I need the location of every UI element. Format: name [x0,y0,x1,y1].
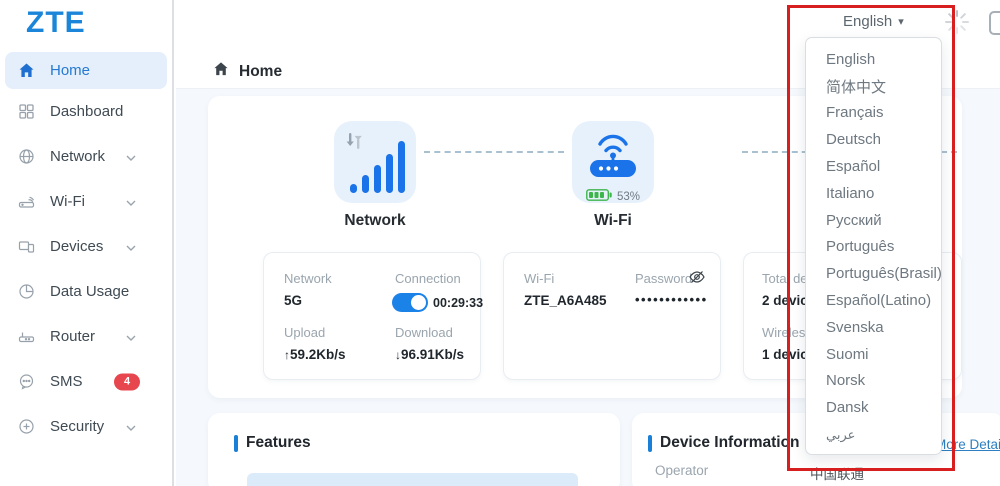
password-label: Password [635,271,692,286]
toggle-knob [411,295,426,310]
sidebar-item-network[interactable]: Network [0,134,172,179]
sidebar-item-label: Wi-Fi [50,193,85,210]
language-option-portuguese[interactable]: Português [806,234,941,261]
zte-logo: ZTE [26,6,86,40]
sidebar: ZTE Home Dashboard Network [0,0,174,486]
language-option-russian[interactable]: Русский [806,207,941,234]
language-option-portuguese-brasil[interactable]: Português(Brasil) [806,260,941,287]
language-selector[interactable]: English ▾ [843,13,904,30]
clipped-edge-icon[interactable] [989,11,1000,35]
chevron-down-icon [126,148,136,166]
sidebar-item-label: Devices [50,238,103,255]
download-label: Download [395,325,453,340]
connector-line [424,151,564,153]
language-option-spanish-latino[interactable]: Español(Latino) [806,287,941,314]
section-accent-bar [234,435,238,452]
language-dropdown-menu: English 简体中文 Français Deutsch Español It… [805,37,942,455]
chevron-down-icon [126,418,136,436]
home-icon [213,61,229,82]
sidebar-item-wifi[interactable]: Wi-Fi [0,179,172,224]
wifi-node-label: Wi-Fi [572,212,654,230]
chevron-down-icon [126,193,136,211]
more-detail-link[interactable]: More Detail [935,437,1000,452]
language-option-german[interactable]: Deutsch [806,126,941,153]
connection-time-value: 00:29:33 [433,296,483,310]
caret-down-icon: ▾ [898,15,904,28]
language-option-swedish[interactable]: Svenska [806,314,941,341]
upload-value: ↑59.2Kb/s [284,347,346,362]
sidebar-item-sms[interactable]: SMS 4 [0,359,172,404]
operator-value: 中国联通 [810,463,864,483]
data-usage-icon [18,283,36,301]
upload-label: Upload [284,325,325,340]
language-option-norwegian[interactable]: Norsk [806,368,941,395]
network-type-value: 5G [284,293,302,308]
features-panel: Features [208,413,620,486]
signal-bars-icon [350,140,405,193]
sidebar-item-label: Dashboard [50,103,123,120]
language-selector-label: English [843,13,892,30]
download-value: ↓96.91Kb/s [395,347,464,362]
globe-icon [18,148,36,166]
sidebar-item-label: Router [50,328,95,345]
security-icon [18,418,36,436]
connection-label: Connection [395,271,461,286]
wifi-router-icon [587,128,639,191]
chevron-down-icon [126,238,136,256]
sidebar-item-router[interactable]: Router [0,314,172,359]
network-info-card: Network Connection 5G 00:29:33 Upload Do… [263,252,481,380]
language-option-french[interactable]: Français [806,100,941,127]
sidebar-item-label: Data Usage [50,283,129,300]
sms-icon [18,373,36,391]
language-option-danish[interactable]: Dansk [806,394,941,421]
ssid-label: Wi-Fi [524,271,554,286]
breadcrumb: Home [213,61,282,82]
home-icon [18,62,36,80]
wifi-router-icon [18,193,36,211]
router-icon [18,328,36,346]
wifi-info-card: Wi-Fi Password ZTE_A6A485 •••••••••••• [503,252,721,380]
sidebar-item-dashboard[interactable]: Dashboard [0,89,172,134]
language-option-english[interactable]: English [806,46,941,73]
features-title: Features [246,434,311,452]
operator-label: Operator [655,463,708,478]
feature-item-row[interactable] [247,473,578,486]
sidebar-item-label: Network [50,148,105,165]
sidebar-item-devices[interactable]: Devices [0,224,172,269]
network-label: Network [284,271,332,286]
wifi-battery-status: 53% [586,188,640,206]
sidebar-item-security[interactable]: Security [0,404,172,449]
section-accent-bar [648,435,652,452]
battery-percent: 53% [617,191,640,203]
language-option-spanish[interactable]: Español [806,153,941,180]
sidebar-menu: Home Dashboard Network Wi-Fi [0,52,172,449]
network-node-label: Network [334,212,416,230]
connection-toggle[interactable] [392,293,428,312]
password-masked-value: •••••••••••• [635,292,708,307]
ssid-value: ZTE_A6A485 [524,293,607,308]
language-option-italian[interactable]: Italiano [806,180,941,207]
language-option-finnish[interactable]: Suomi [806,341,941,368]
sidebar-item-label: Security [50,418,104,435]
sidebar-item-data-usage[interactable]: Data Usage [0,269,172,314]
sidebar-item-label: SMS [50,373,83,390]
page-title: Home [239,63,282,81]
password-visibility-toggle[interactable] [688,268,706,291]
language-option-simplified-chinese[interactable]: 简体中文 [806,73,941,100]
battery-icon [586,188,612,206]
devices-icon [18,238,36,256]
sidebar-item-home[interactable]: Home [5,52,167,89]
loading-spinner-icon [944,9,970,35]
device-information-title: Device Information [660,434,800,452]
sms-unread-badge: 4 [114,373,140,390]
dashboard-icon [18,103,36,121]
sidebar-item-label: Home [50,62,90,79]
chevron-down-icon [126,328,136,346]
language-option-arabic[interactable]: عربي [806,421,941,448]
page: ZTE Home Dashboard Network [0,0,1000,486]
